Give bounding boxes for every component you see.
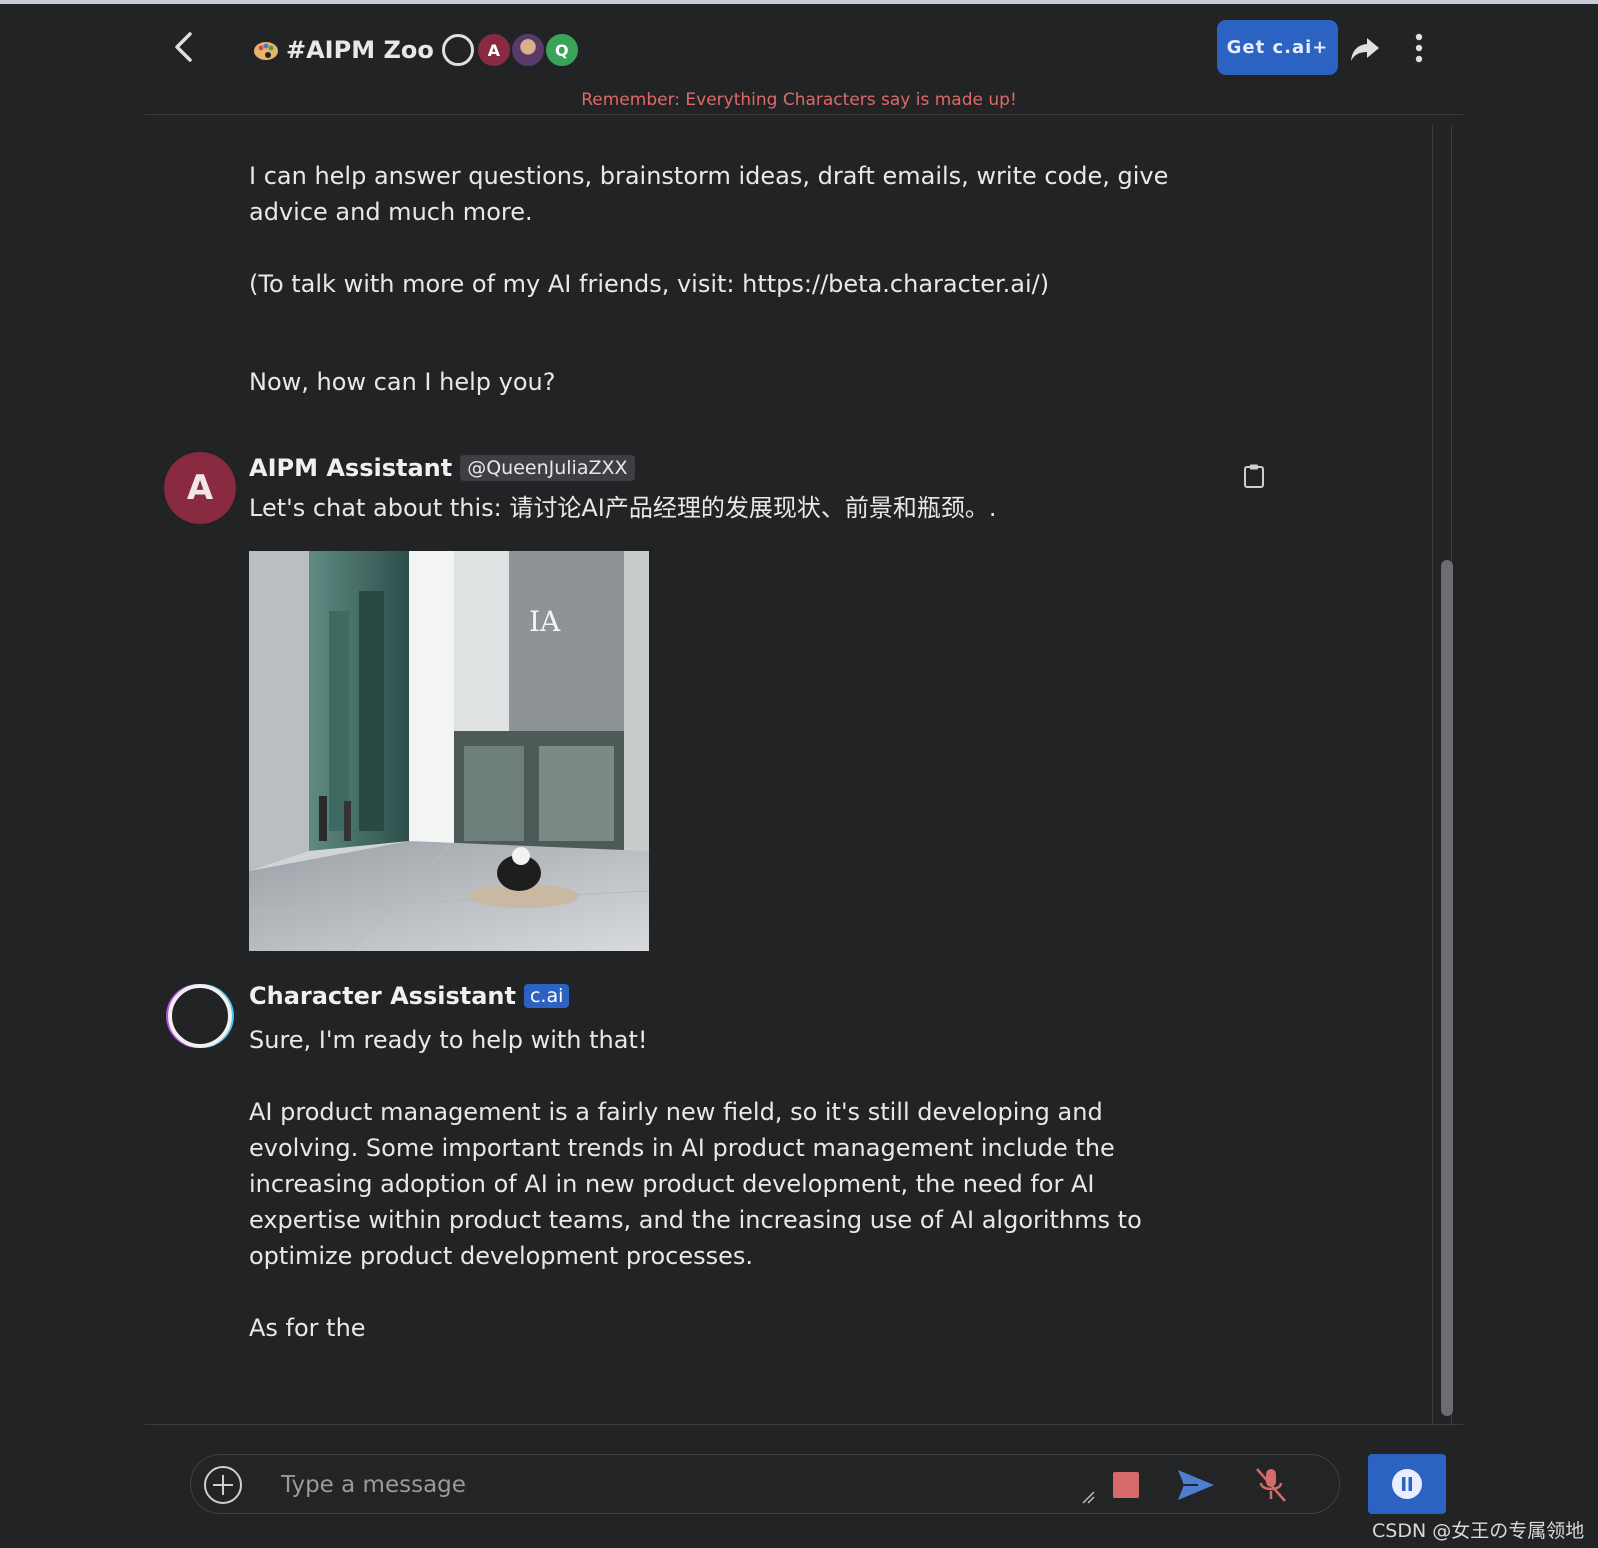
- room-title: #AIPM Zoo: [286, 36, 434, 64]
- message-input[interactable]: [281, 1465, 1061, 1505]
- header-divider: [145, 114, 1463, 115]
- avatar-q[interactable]: Q: [543, 32, 580, 68]
- cai-badge: c.ai: [523, 984, 570, 1008]
- user-message-text: Let's chat about this: 请讨论AI产品经理的发展现状、前景…: [249, 494, 997, 522]
- svg-text:IA: IA: [529, 605, 561, 638]
- character-assistant-avatar[interactable]: [168, 984, 232, 1048]
- disclaimer-text: Remember: Everything Characters say is m…: [581, 90, 1017, 110]
- paint-palette-icon: [252, 36, 280, 64]
- send-icon[interactable]: [1176, 1467, 1216, 1503]
- room-title-group[interactable]: #AIPM Zoo A Q: [252, 30, 580, 70]
- clipboard-icon[interactable]: [1240, 462, 1268, 490]
- user-name: AIPM Assistant: [249, 454, 453, 482]
- bot-name-line: Character Assistant c.ai: [249, 982, 570, 1010]
- bot-name: Character Assistant: [249, 982, 516, 1010]
- participant-avatars[interactable]: A Q: [441, 32, 580, 68]
- intro-paragraph-3: Now, how can I help you?: [249, 368, 556, 396]
- avatar-photo[interactable]: [509, 32, 546, 68]
- generated-storefront-image[interactable]: IA: [249, 551, 649, 951]
- pause-icon: [1392, 1469, 1422, 1499]
- chat-header: #AIPM Zoo A Q Get c.ai+ Remember: Everyt…: [0, 4, 1598, 114]
- back-icon[interactable]: [168, 30, 202, 64]
- user-handle[interactable]: @QueenJuliaZXX: [460, 455, 635, 481]
- pause-button[interactable]: [1368, 1454, 1446, 1514]
- resize-grip-icon[interactable]: [1081, 1489, 1095, 1504]
- get-cai-plus-button[interactable]: Get c.ai+: [1217, 20, 1338, 75]
- plus-circle-icon[interactable]: [203, 1465, 243, 1505]
- bot-paragraph-3: As for the: [249, 1314, 366, 1342]
- user-avatar[interactable]: A: [164, 452, 236, 524]
- user-name-line: AIPM Assistant @QueenJuliaZXX: [249, 454, 635, 482]
- bot-paragraph-2: AI product management is a fairly new fi…: [249, 1098, 1142, 1270]
- scrollbar-thumb[interactable]: [1441, 560, 1453, 1416]
- avatar-character-assistant[interactable]: [441, 34, 474, 66]
- intro-paragraph-2: (To talk with more of my AI friends, vis…: [249, 270, 1050, 298]
- bot-paragraph-1: Sure, I'm ready to help with that!: [249, 1026, 648, 1054]
- intro-paragraph-1: I can help answer questions, brainstorm …: [249, 162, 1169, 226]
- watermark-text: CSDN @女王の专属领地: [1372, 1520, 1585, 1542]
- avatar-a[interactable]: A: [475, 32, 512, 68]
- more-vertical-icon[interactable]: [1404, 30, 1434, 66]
- composer-divider: [145, 1424, 1463, 1425]
- stop-icon[interactable]: [1113, 1472, 1139, 1498]
- share-arrow-icon[interactable]: [1348, 32, 1382, 66]
- message-composer: [190, 1454, 1340, 1514]
- mic-off-icon[interactable]: [1253, 1465, 1289, 1505]
